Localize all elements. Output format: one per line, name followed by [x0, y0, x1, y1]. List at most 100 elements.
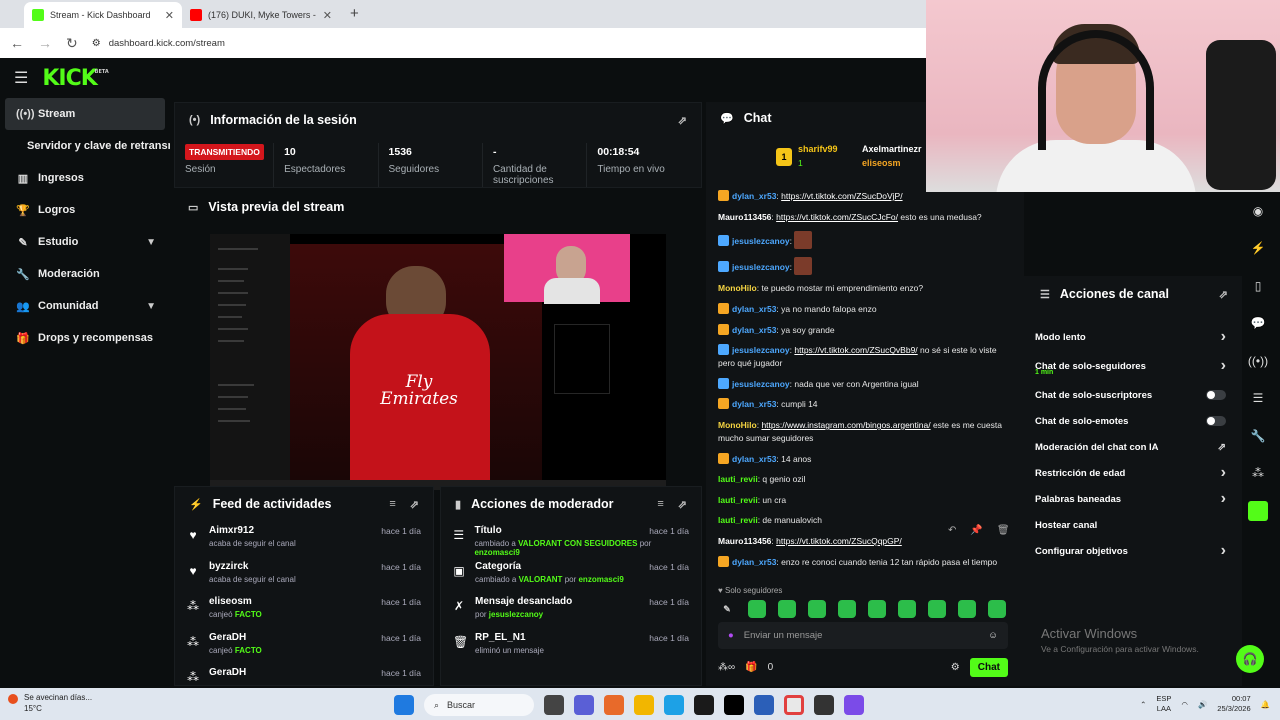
chat-username[interactable]: dylan_xr53	[732, 325, 776, 335]
feed-item[interactable]: ⁂ eliseosm canjeó FACTO hace 1 día	[175, 592, 433, 628]
url-field[interactable]: ⚙ dashboard.kick.com/stream	[92, 38, 225, 49]
chat-username[interactable]: Mauro113456	[718, 212, 771, 222]
chat-message[interactable]: jesuslezcanoy:	[706, 256, 1024, 275]
chat-link[interactable]: https://vt.tiktok.com/ZSucDoVjP/	[781, 191, 902, 201]
sidebar-item-logros[interactable]: 🏆 Logros	[0, 194, 170, 226]
filter-icon[interactable]: ≡	[389, 498, 395, 511]
language-indicator[interactable]: ESP LAA	[1156, 694, 1171, 714]
channel-action-item[interactable]: Chat de solo-suscriptores	[1024, 382, 1242, 408]
chat-username[interactable]: jesuslezcanoy	[732, 262, 790, 272]
browser-tab-kick[interactable]: Stream - Kick Dashboard ✕	[24, 2, 182, 28]
chat-username[interactable]: lauti_revii	[718, 515, 758, 525]
close-tab-icon[interactable]: ✕	[165, 9, 174, 22]
emote-icon[interactable]	[868, 600, 886, 618]
channel-action-item[interactable]: Moderación del chat con IA ⇗	[1024, 434, 1242, 460]
emote-icon[interactable]	[748, 600, 766, 618]
sidebar-item-ingresos[interactable]: ▥ Ingresos	[0, 162, 170, 194]
chat-link[interactable]: https://vt.tiktok.com/ZSucQvBb9/	[794, 345, 917, 355]
chrome-icon[interactable]	[784, 695, 804, 715]
popout-icon[interactable]: ⇗	[678, 114, 687, 127]
channel-action-item[interactable]: Configurar objetivos ›	[1024, 538, 1242, 564]
channel-action-item[interactable]: Restricción de edad ›	[1024, 460, 1242, 486]
chat-message[interactable]: Mauro113456: https://vt.tiktok.com/ZSucC…	[706, 211, 1024, 224]
chat-message[interactable]: lauti_revii: un cra	[706, 494, 1024, 507]
rail-bolt-icon[interactable]: ⚡	[1244, 230, 1272, 268]
gift-icon[interactable]: 🎁	[745, 662, 757, 673]
windows-start-icon[interactable]	[394, 695, 414, 715]
site-info-icon[interactable]: ⚙	[92, 38, 101, 49]
popout-icon[interactable]: ⇗	[678, 498, 687, 511]
notifications-icon[interactable]: 🔔	[1261, 700, 1270, 709]
emoji-icon[interactable]: ☺	[988, 630, 998, 641]
emote-icon[interactable]	[928, 600, 946, 618]
taskbar-clock[interactable]: 00:07 25/3/2026	[1217, 694, 1250, 714]
volume-icon[interactable]: 🔊	[1198, 700, 1207, 709]
chat-message[interactable]: Mauro113456: https://vt.tiktok.com/ZSucQ…	[706, 535, 1024, 548]
close-tab-icon[interactable]: ✕	[323, 9, 332, 22]
chat-username[interactable]: MonoHilo	[718, 283, 757, 293]
modaction-item[interactable]: ☰ Título cambiado a VALORANT CON SEGUIDORE…	[441, 521, 701, 557]
chat-username[interactable]: lauti_revii	[718, 495, 758, 505]
task-view-icon[interactable]	[544, 695, 564, 715]
sidebar-item-server-key[interactable]: Servidor y clave de retransmisión	[0, 130, 170, 162]
sidebar-item-comunidad[interactable]: 👥 Comunidad ▼	[0, 290, 170, 322]
rail-chat-icon[interactable]: 💬	[1244, 305, 1272, 343]
emote-icon[interactable]: ✎	[718, 600, 736, 618]
settings-icon[interactable]: ⚙	[951, 662, 960, 673]
channel-action-item[interactable]: Chat de solo-seguidores 1 min ›	[1024, 350, 1242, 382]
popout-icon[interactable]: ⇗	[410, 498, 419, 511]
emote-icon[interactable]	[808, 600, 826, 618]
chat-username[interactable]: lauti_revii	[718, 474, 758, 484]
reply-icon[interactable]: ↶	[948, 525, 956, 536]
chat-message[interactable]: dylan_xr53: enzo re conoci cuando tenia …	[706, 555, 1024, 569]
discord-icon[interactable]	[844, 695, 864, 715]
wifi-icon[interactable]: ◠	[1181, 700, 1188, 709]
browser-tab-youtube[interactable]: (176) DUKI, Myke Towers - Nue ✕	[182, 2, 340, 28]
chat-message[interactable]: dylan_xr53: ya no mando falopa enzo	[706, 302, 1024, 316]
channel-action-item[interactable]: Modo lento ›	[1024, 324, 1242, 350]
emote-icon[interactable]	[778, 600, 796, 618]
modaction-item[interactable]: 🗑 RP_EL_N1 eliminó un mensaje hace 1 día	[441, 628, 701, 664]
weather-widget[interactable]: Se avecinan días... 15°C	[24, 692, 92, 714]
file-explorer-icon[interactable]	[634, 695, 654, 715]
tray-expand-icon[interactable]: ⌃	[1140, 700, 1146, 709]
reload-icon[interactable]: ↻	[66, 35, 78, 52]
chat-link[interactable]: https://vt.tiktok.com/ZSucCJcFo/	[776, 212, 898, 222]
teams-icon[interactable]	[574, 695, 594, 715]
points-icon[interactable]: ⁂∞	[718, 662, 735, 673]
chat-message[interactable]: jesuslezcanoy: nada que ver con Argentin…	[706, 377, 1024, 391]
toggle-switch[interactable]	[1206, 416, 1226, 426]
new-tab-button[interactable]: +	[340, 2, 369, 28]
chat-message[interactable]: dylan_xr53: 14 anos	[706, 452, 1024, 466]
chat-message[interactable]: MonoHilo: te puedo mostar mi emprendimie…	[706, 282, 1024, 295]
chat-input[interactable]: ● Enviar un mensaje ☺	[718, 622, 1008, 649]
back-icon[interactable]: ←	[10, 35, 24, 51]
chat-message[interactable]: dylan_xr53: ya soy grande	[706, 323, 1024, 337]
tiktok-icon[interactable]	[724, 695, 744, 715]
app-icon[interactable]	[754, 695, 774, 715]
feed-item[interactable]: ⁂ GeraDH canjeó FACTO hace 1 día	[175, 628, 433, 664]
channel-action-item[interactable]: Chat de solo-emotes	[1024, 408, 1242, 434]
top-user-1[interactable]: sharifv99	[798, 144, 838, 154]
emote-icon[interactable]	[898, 600, 916, 618]
menu-icon[interactable]: ☰	[14, 68, 28, 88]
chat-message[interactable]: jesuslezcanoy: https://vt.tiktok.com/ZSu…	[706, 344, 1024, 370]
pin-icon[interactable]: 📌	[970, 525, 982, 536]
chat-message[interactable]: jesuslezcanoy:	[706, 231, 1024, 250]
rail-kick-icon[interactable]	[1244, 492, 1272, 530]
weather-icon[interactable]	[8, 694, 18, 704]
stream-preview-video[interactable]: Fly Emirates	[210, 234, 666, 490]
rail-list-icon[interactable]: ☰	[1244, 380, 1272, 418]
rail-wrench-icon[interactable]: 🔧	[1244, 417, 1272, 455]
sidebar-item-drops[interactable]: 🎁 Drops y recompensas	[0, 322, 170, 354]
channel-action-item[interactable]: Hostear canal	[1024, 512, 1242, 538]
popout-icon[interactable]: ⇗	[1219, 288, 1228, 301]
filter-icon[interactable]: ≡	[657, 498, 663, 511]
rail-camera-icon[interactable]: ◉	[1244, 192, 1272, 230]
emote-icon[interactable]	[988, 600, 1006, 618]
chat-username[interactable]: jesuslezcanoy	[732, 236, 790, 246]
chat-username[interactable]: jesuslezcanoy	[732, 379, 790, 389]
toggle-switch[interactable]	[1206, 390, 1226, 400]
modaction-item[interactable]: ✗ Mensaje desanclado por jesuslezcanoy hac…	[441, 592, 701, 628]
taskbar-search[interactable]: ⌕ Buscar	[424, 694, 534, 716]
